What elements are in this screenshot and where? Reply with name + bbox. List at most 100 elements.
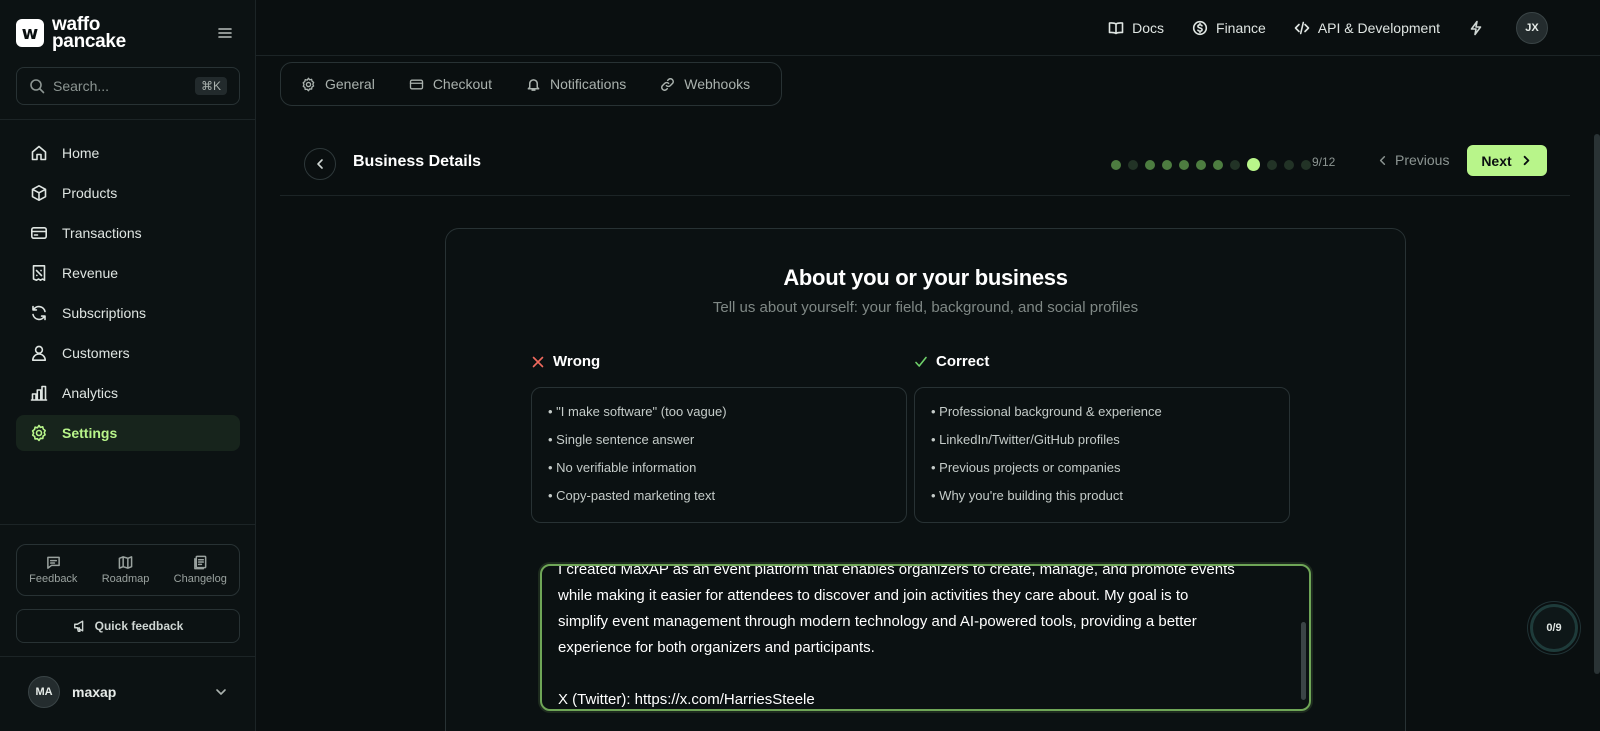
step-dot — [1145, 159, 1155, 170]
sidebar-item-analytics[interactable]: Analytics — [16, 375, 240, 411]
gear-icon — [30, 424, 48, 442]
card-icon — [30, 224, 48, 242]
tab-notifications[interactable]: Notifications — [526, 76, 626, 92]
card-icon — [409, 77, 424, 92]
page-scrollbar[interactable] — [1594, 134, 1600, 674]
step-dot — [1247, 158, 1260, 171]
previous-button[interactable]: Previous — [1376, 152, 1449, 168]
hamburger-menu-icon[interactable] — [216, 24, 234, 42]
sidebar-nav: Home Products Transactions Revenue Subsc… — [16, 135, 240, 455]
changelog-link[interactable]: Changelog — [174, 555, 227, 585]
sidebar-item-settings[interactable]: Settings — [16, 415, 240, 451]
lightning-icon[interactable] — [1468, 20, 1484, 36]
logo-mark-icon: w — [16, 19, 44, 47]
sidebar-item-home[interactable]: Home — [16, 135, 240, 171]
list-item-text: Professional background & experience — [939, 404, 1162, 419]
list-item: • Copy-pasted marketing text — [548, 488, 716, 503]
divider — [0, 119, 256, 120]
page-title: Business Details — [353, 153, 482, 170]
list-item-text: No verifiable information — [556, 460, 697, 475]
list-item: • Why you're building this product — [931, 488, 1124, 503]
api-development-link[interactable]: API & Development — [1294, 20, 1440, 36]
top-bar: Docs Finance API & Development JX — [256, 0, 1600, 56]
sidebar-item-transactions[interactable]: Transactions — [16, 215, 240, 251]
receipt-icon — [30, 264, 48, 282]
list-item-text: LinkedIn/Twitter/GitHub profiles — [939, 432, 1120, 447]
step-dot — [1284, 159, 1294, 170]
step-dot — [1162, 159, 1172, 170]
roadmap-link[interactable]: Roadmap — [101, 555, 150, 585]
search-input[interactable]: Search... ⌘K — [16, 67, 240, 105]
list-item-text: Copy-pasted marketing text — [556, 488, 716, 503]
changelog-icon — [193, 555, 208, 570]
map-icon — [118, 555, 133, 570]
textarea-value: I created MaxAP as an event platform tha… — [558, 564, 1235, 708]
feedback-link[interactable]: Feedback — [29, 555, 77, 585]
tab-general-label: General — [325, 76, 375, 92]
code-icon — [1294, 20, 1310, 36]
card-subtitle: Tell us about yourself: your field, back… — [712, 299, 1139, 316]
step-dot — [1196, 159, 1206, 170]
step-dot — [1111, 159, 1121, 170]
user-menu[interactable]: MA maxap — [28, 676, 228, 708]
top-avatar[interactable]: JX — [1516, 12, 1548, 44]
list-item-text: Why you're building this product — [939, 488, 1124, 503]
step-dot — [1230, 159, 1240, 170]
tab-checkout[interactable]: Checkout — [409, 76, 492, 92]
chevron-left-icon — [313, 157, 327, 171]
tab-webhooks-label: Webhooks — [684, 76, 751, 92]
user-icon — [30, 344, 48, 362]
quick-feedback-button[interactable]: Quick feedback — [16, 609, 240, 643]
message-icon — [46, 555, 61, 570]
megaphone-icon — [73, 619, 87, 633]
link-icon — [660, 77, 675, 92]
sidebar-item-revenue[interactable]: Revenue — [16, 255, 240, 291]
list-item: • Professional background & experience — [931, 404, 1162, 419]
step-dot — [1213, 159, 1223, 170]
step-counter: 9/12 — [1312, 155, 1336, 169]
tab-webhooks[interactable]: Webhooks — [660, 76, 750, 92]
sidebar-item-products[interactable]: Products — [16, 175, 240, 211]
changelog-label: Changelog — [173, 573, 227, 585]
search-placeholder: Search... — [53, 78, 110, 94]
home-icon — [30, 144, 48, 162]
sidebar-item-label: Products — [62, 185, 118, 201]
top-links: Docs Finance API & Development JX — [1108, 12, 1548, 44]
correct-heading: Correct — [914, 353, 989, 370]
list-item: • LinkedIn/Twitter/GitHub profiles — [931, 432, 1120, 447]
list-item: • Single sentence answer — [548, 432, 695, 447]
feedback-label: Feedback — [29, 573, 78, 585]
list-item-text: "I make software" (too vague) — [556, 404, 727, 419]
tab-notifications-label: Notifications — [549, 76, 627, 92]
settings-tabs: General Checkout Notifications Webhooks — [280, 62, 782, 106]
check-icon — [914, 355, 928, 369]
tab-general[interactable]: General — [301, 76, 375, 92]
x-icon — [531, 355, 545, 369]
sidebar-item-label: Transactions — [62, 225, 142, 241]
wrong-heading-label: Wrong — [553, 353, 601, 370]
box-icon — [30, 184, 48, 202]
brand-logo[interactable]: w waffo pancake — [16, 15, 126, 51]
sidebar-item-label: Analytics — [62, 385, 119, 401]
brand-name: waffo pancake — [52, 15, 126, 51]
back-button[interactable] — [304, 148, 336, 180]
bell-icon — [526, 77, 541, 92]
sidebar-item-subscriptions[interactable]: Subscriptions — [16, 295, 240, 331]
search-shortcut: ⌘K — [194, 77, 227, 95]
about-business-textarea[interactable]: I created MaxAP as an event platform tha… — [540, 564, 1311, 711]
textarea-scrollbar[interactable] — [1301, 622, 1306, 700]
sidebar-item-customers[interactable]: Customers — [16, 335, 240, 371]
step-dot — [1267, 159, 1277, 170]
finance-link[interactable]: Finance — [1192, 20, 1266, 36]
next-button[interactable]: Next — [1467, 145, 1547, 176]
docs-link[interactable]: Docs — [1108, 20, 1164, 36]
wizard-header: Business Details 9/12 Previous Next — [280, 140, 1570, 196]
step-dot — [1179, 159, 1189, 170]
step-dot — [1128, 159, 1138, 170]
progress-badge[interactable]: 0/9 — [1530, 604, 1578, 652]
list-item-text: Single sentence answer — [556, 432, 695, 447]
api-development-label: API & Development — [1317, 20, 1440, 36]
roadmap-label: Roadmap — [101, 573, 150, 585]
refresh-icon — [30, 304, 48, 322]
correct-examples-list: • Professional background & experience •… — [914, 387, 1290, 523]
